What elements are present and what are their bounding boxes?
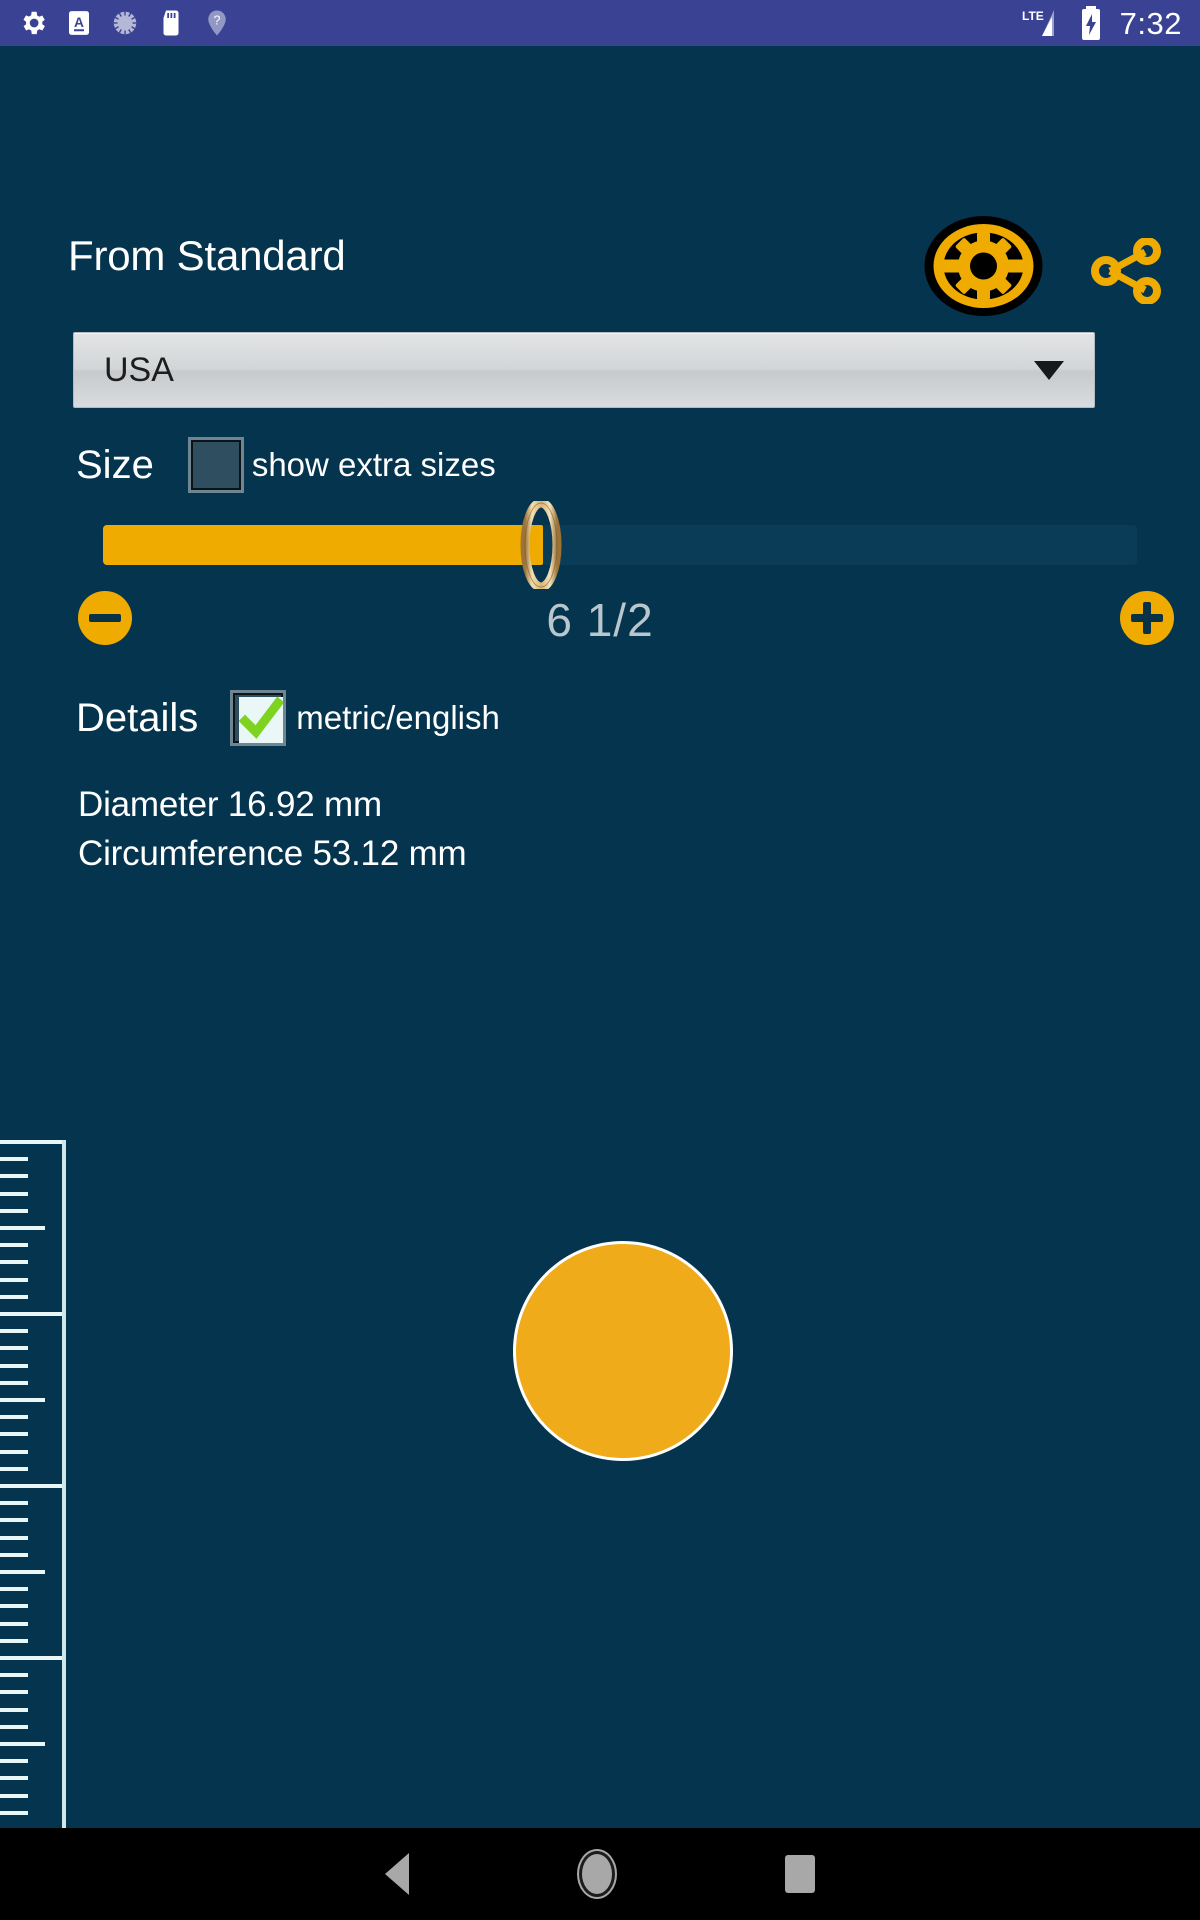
check-icon [239,697,284,743]
ruler-tick [0,1398,45,1402]
size-section-header: Size show extra sizes [76,437,496,493]
ruler-tick [0,1329,28,1333]
ruler-tick [0,1759,28,1763]
ruler-tick [0,1518,28,1522]
show-extra-sizes-checkbox[interactable] [187,437,244,493]
ruler-tick [0,1226,45,1230]
system-nav-bar [0,1828,1200,1920]
status-bar-clock: 7:32 [1119,5,1182,41]
ruler-tick [0,1639,28,1643]
letter-a-icon: A [69,11,89,35]
chevron-down-icon [1034,360,1064,380]
home-circle-icon[interactable] [579,1851,615,1897]
ruler-tick [0,1501,28,1505]
ruler-tick [0,1432,28,1436]
network-type-label: LTE [1022,9,1044,23]
status-bar: A ? LTE 7:32 [0,0,1200,46]
ruler-tick [0,1587,28,1591]
ruler-tick [0,1174,28,1178]
size-slider-fill [103,525,543,565]
ruler-tick [0,1708,28,1712]
size-value: 6 1/2 [546,594,654,646]
standard-select-value: USA [104,350,174,389]
ruler-tick [0,1553,28,1557]
size-slider-thumb[interactable] [519,498,563,592]
ruler-tick [0,1278,28,1282]
ruler-tick [0,1192,28,1196]
ruler-tick [0,1140,62,1144]
ruler-tick [0,1484,62,1488]
status-bar-right-icons: LTE 7:32 [1020,6,1182,40]
ruler-tick [0,1364,28,1368]
loading-spinner-icon [113,11,137,35]
ruler-rail [62,1140,66,1840]
unknown-location-icon: ? [208,10,226,36]
ruler-tick [0,1243,28,1247]
ruler-tick [0,1450,28,1454]
ruler-tick [0,1742,45,1746]
sd-card-icon [163,10,179,36]
metric-english-checkbox[interactable] [230,690,287,746]
ruler-tick [0,1209,28,1213]
page-title: From Standard [68,232,346,279]
ruler-tick [0,1467,28,1471]
share-button[interactable] [1090,237,1164,305]
ruler-tick [0,1604,28,1608]
signal-bars-icon: LTE [1022,9,1054,36]
ruler-tick [0,1295,28,1299]
ruler-tick [0,1673,28,1677]
ruler-tick [0,1776,28,1780]
detail-diameter: Diameter 16.92 mm [78,785,382,824]
ruler-tick [0,1622,28,1626]
metric-english-label: metric/english [296,699,500,736]
settings-gear-icon [23,11,45,35]
share-icon [1091,237,1161,305]
svg-text:?: ? [214,13,221,27]
ruler-tick [0,1415,28,1419]
gear-icon [924,216,1043,316]
app-root: A ? LTE 7:32 From Standard USA Size show… [0,0,1200,1920]
ruler-tick [0,1690,28,1694]
ruler-tick [0,1312,62,1316]
measurement-ruler [0,1140,90,1840]
ring-thumb-icon [520,498,562,592]
ruler-tick [0,1157,28,1161]
standard-select[interactable]: USA [73,332,1095,408]
ruler-tick [0,1536,28,1540]
ruler-tick [0,1381,28,1385]
back-triangle-icon[interactable] [385,1853,409,1895]
recents-square-icon[interactable] [785,1855,815,1893]
status-bar-left-icons: A ? [18,8,232,38]
ruler-tick [0,1570,45,1574]
detail-circumference: Circumference 53.12 mm [78,834,467,873]
size-slider[interactable] [103,525,1137,565]
ring-size-circle [513,1241,733,1461]
ruler-tick [0,1346,28,1350]
ruler-tick [0,1260,28,1264]
ruler-tick [0,1656,62,1660]
ruler-tick [0,1811,28,1815]
details-section-header: Details metric/english [76,690,500,746]
ruler-tick [0,1794,28,1798]
svg-text:A: A [74,15,84,30]
size-label: Size [76,442,154,487]
details-label: Details [76,695,199,740]
ruler-tick [0,1725,28,1729]
settings-button[interactable] [912,214,1055,318]
battery-charging-icon [1081,6,1100,40]
show-extra-sizes-label: show extra sizes [251,446,496,483]
